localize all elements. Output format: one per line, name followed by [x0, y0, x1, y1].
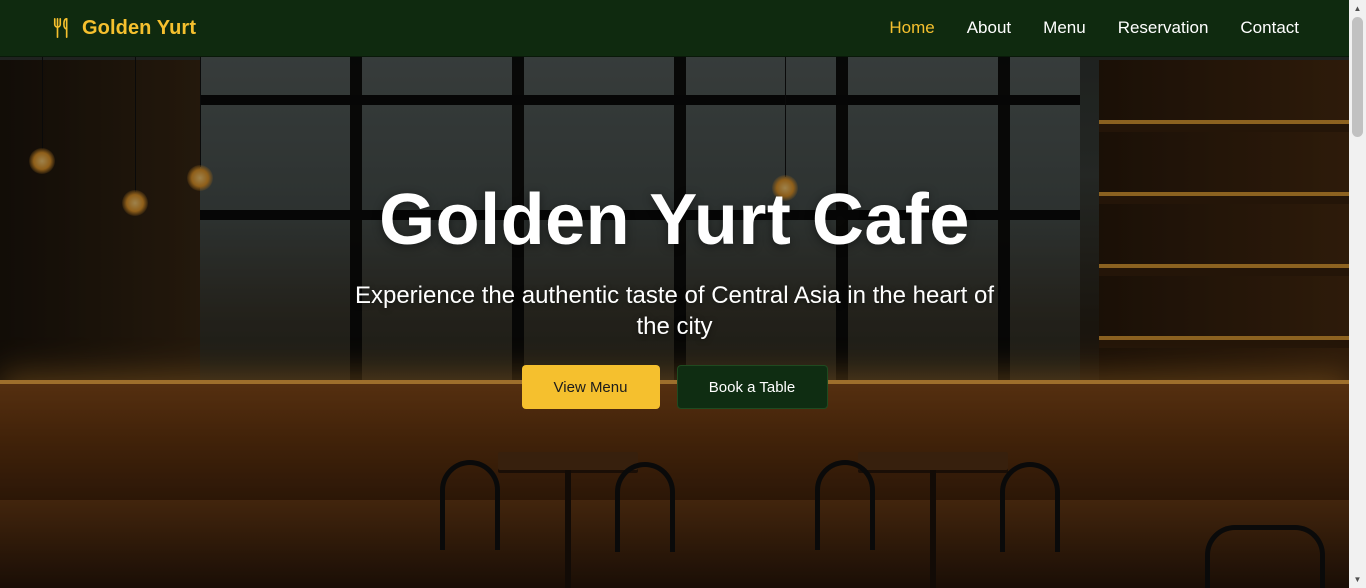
hero-title: Golden Yurt Cafe	[379, 180, 970, 260]
nav-item-reservation[interactable]: Reservation	[1118, 18, 1209, 37]
navbar: Golden Yurt Home About Menu Reservation …	[0, 0, 1349, 57]
book-table-button[interactable]: Book a Table	[676, 365, 828, 409]
utensils-icon	[53, 18, 68, 38]
hero-subtitle: Experience the authentic taste of Centra…	[354, 282, 995, 340]
vertical-scrollbar[interactable]: ▲ ▼	[1349, 0, 1366, 588]
nav-item-menu[interactable]: Menu	[1043, 18, 1086, 37]
scrollbar-thumb[interactable]	[1352, 17, 1363, 137]
nav-item-contact[interactable]: Contact	[1240, 18, 1299, 37]
nav-item-about[interactable]: About	[967, 18, 1011, 37]
hero-buttons: View Menu Book a Table	[0, 365, 1349, 409]
nav-menu: Home About Menu Reservation Contact	[889, 18, 1299, 38]
scroll-up-icon[interactable]: ▲	[1349, 0, 1366, 17]
view-menu-button[interactable]: View Menu	[521, 365, 660, 409]
brand-logo[interactable]: Golden Yurt	[52, 17, 196, 40]
hero-content: Golden Yurt Cafe Experience the authenti…	[0, 180, 1349, 409]
scroll-down-icon[interactable]: ▼	[1349, 571, 1366, 588]
brand-name: Golden Yurt	[82, 16, 197, 39]
nav-item-home[interactable]: Home	[889, 18, 934, 37]
